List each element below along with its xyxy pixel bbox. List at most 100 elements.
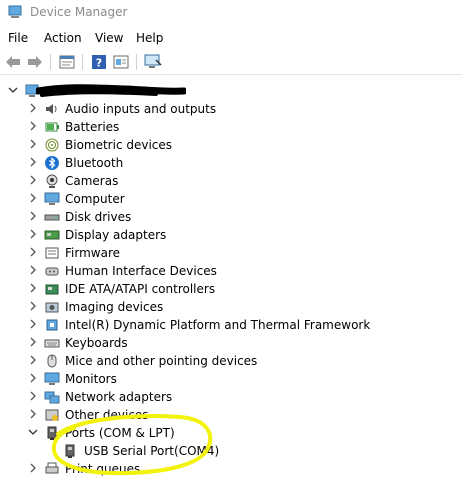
monitor-icon: [44, 372, 60, 385]
chevron-right-icon[interactable]: [28, 193, 38, 203]
tree-category-label: Print queues: [65, 462, 141, 476]
tree-category[interactable]: Ports (COM & LPT): [0, 424, 462, 442]
tree-category[interactable]: Audio inputs and outputs: [0, 100, 462, 118]
chevron-right-icon[interactable]: [28, 211, 38, 221]
help-icon[interactable]: ?: [90, 53, 108, 71]
properties-icon[interactable]: [58, 53, 76, 71]
battery-icon: [45, 122, 59, 132]
hid-icon: [45, 267, 59, 276]
tree-category-label: Keyboards: [65, 336, 128, 350]
tree-child-label: USB Serial Port(COM4): [84, 444, 220, 458]
tree-category[interactable]: Network adapters: [0, 388, 462, 406]
chevron-right-icon[interactable]: [28, 229, 38, 239]
chevron-right-icon[interactable]: [28, 175, 38, 185]
tree-category[interactable]: Other devices: [0, 406, 462, 424]
imaging-icon: [45, 302, 59, 313]
redaction-scribble: [36, 84, 186, 97]
keyboard-icon: [44, 339, 60, 348]
tree-category[interactable]: Batteries: [0, 118, 462, 136]
tree-category-label: Other devices: [65, 408, 149, 422]
chevron-right-icon[interactable]: [28, 139, 38, 149]
other-devices-icon: [45, 409, 59, 421]
toolbar-separator: [82, 54, 83, 70]
tree-category[interactable]: Disk drives: [0, 208, 462, 226]
firmware-icon: [45, 247, 59, 259]
back-arrow-icon[interactable]: [4, 53, 22, 71]
chip-icon: [46, 319, 58, 331]
tree-category-label: Mice and other pointing devices: [65, 354, 258, 368]
tree-category[interactable]: IDE ATA/ATAPI controllers: [0, 280, 462, 298]
chevron-right-icon[interactable]: [28, 121, 38, 131]
menu-view[interactable]: View: [95, 31, 123, 45]
tree-category-label: Cameras: [65, 174, 119, 188]
menu-action[interactable]: Action: [44, 31, 82, 45]
title-bar: Device Manager: [0, 0, 462, 26]
tree-category[interactable]: Imaging devices: [0, 298, 462, 316]
chevron-down-icon[interactable]: [28, 427, 38, 437]
tree-category[interactable]: Print queues: [0, 460, 462, 477]
tree-child-item[interactable]: USB Serial Port(COM4): [0, 442, 462, 460]
tree-category-label: Bluetooth: [65, 156, 124, 170]
tree-category-label: Firmware: [65, 246, 120, 260]
chevron-right-icon[interactable]: [28, 463, 38, 473]
chevron-right-icon[interactable]: [28, 265, 38, 275]
window-title: Device Manager: [30, 5, 128, 19]
toolbar-separator: [136, 54, 137, 70]
tree-category[interactable]: Bluetooth: [0, 154, 462, 172]
ide-controller-icon: [45, 284, 59, 295]
printer-icon: [45, 462, 59, 474]
menu-file[interactable]: File: [8, 31, 28, 45]
menu-help[interactable]: Help: [136, 31, 163, 45]
chevron-right-icon[interactable]: [28, 391, 38, 401]
tree-root[interactable]: [0, 82, 462, 100]
tree-category[interactable]: Keyboards: [0, 334, 462, 352]
chevron-right-icon[interactable]: [28, 157, 38, 167]
tree-category[interactable]: Computer: [0, 190, 462, 208]
chevron-right-icon[interactable]: [28, 337, 38, 347]
chevron-right-icon[interactable]: [28, 355, 38, 365]
toolbar-separator: [50, 54, 51, 70]
tree-category[interactable]: Human Interface Devices: [0, 262, 462, 280]
speaker-icon: [46, 104, 57, 114]
tree-category-label: Disk drives: [65, 210, 132, 224]
menu-bar: File Action View Help: [0, 28, 462, 50]
tree-category[interactable]: Mice and other pointing devices: [0, 352, 462, 370]
display-adapter-icon: [44, 230, 60, 240]
device-tree: Audio inputs and outputs Batteries Biometr…: [0, 74, 462, 477]
tree-category[interactable]: Cameras: [0, 172, 462, 190]
tree-category[interactable]: Firmware: [0, 244, 462, 262]
tree-category[interactable]: Biometric devices: [0, 136, 462, 154]
tree-category-label: Computer: [65, 192, 125, 206]
scan-hardware-icon[interactable]: [144, 53, 162, 71]
tree-category-label: Audio inputs and outputs: [65, 102, 217, 116]
tree-category-label: Human Interface Devices: [65, 264, 217, 278]
forward-arrow-icon[interactable]: [26, 53, 44, 71]
update-driver-icon[interactable]: [112, 53, 130, 71]
tree-category-label: Ports (COM & LPT): [65, 426, 175, 440]
bluetooth-icon: [45, 156, 59, 170]
camera-icon: [46, 174, 58, 188]
fingerprint-icon: [45, 138, 59, 152]
device-manager-app-icon: [8, 5, 22, 18]
chevron-right-icon[interactable]: [28, 319, 38, 329]
tree-category-label: Imaging devices: [65, 300, 164, 314]
chevron-right-icon[interactable]: [28, 103, 38, 113]
network-icon: [44, 391, 60, 404]
port-icon: [65, 444, 75, 458]
tree-category-label: Biometric devices: [65, 138, 173, 152]
tree-category[interactable]: Intel(R) Dynamic Platform and Thermal Fr…: [0, 316, 462, 334]
tree-category[interactable]: Monitors: [0, 370, 462, 388]
chevron-down-icon[interactable]: [8, 85, 18, 95]
tree-category-label: Batteries: [65, 120, 120, 134]
tree-category[interactable]: Display adapters: [0, 226, 462, 244]
toolbar: ?: [0, 50, 462, 75]
tree-category-label: Display adapters: [65, 228, 167, 242]
chevron-right-icon[interactable]: [28, 247, 38, 257]
svg-text:?: ?: [96, 57, 102, 70]
tree-category-label: Monitors: [65, 372, 117, 386]
chevron-right-icon[interactable]: [28, 283, 38, 293]
chevron-right-icon[interactable]: [28, 409, 38, 419]
tree-category-label: Network adapters: [65, 390, 173, 404]
chevron-right-icon[interactable]: [28, 301, 38, 311]
chevron-right-icon[interactable]: [28, 373, 38, 383]
